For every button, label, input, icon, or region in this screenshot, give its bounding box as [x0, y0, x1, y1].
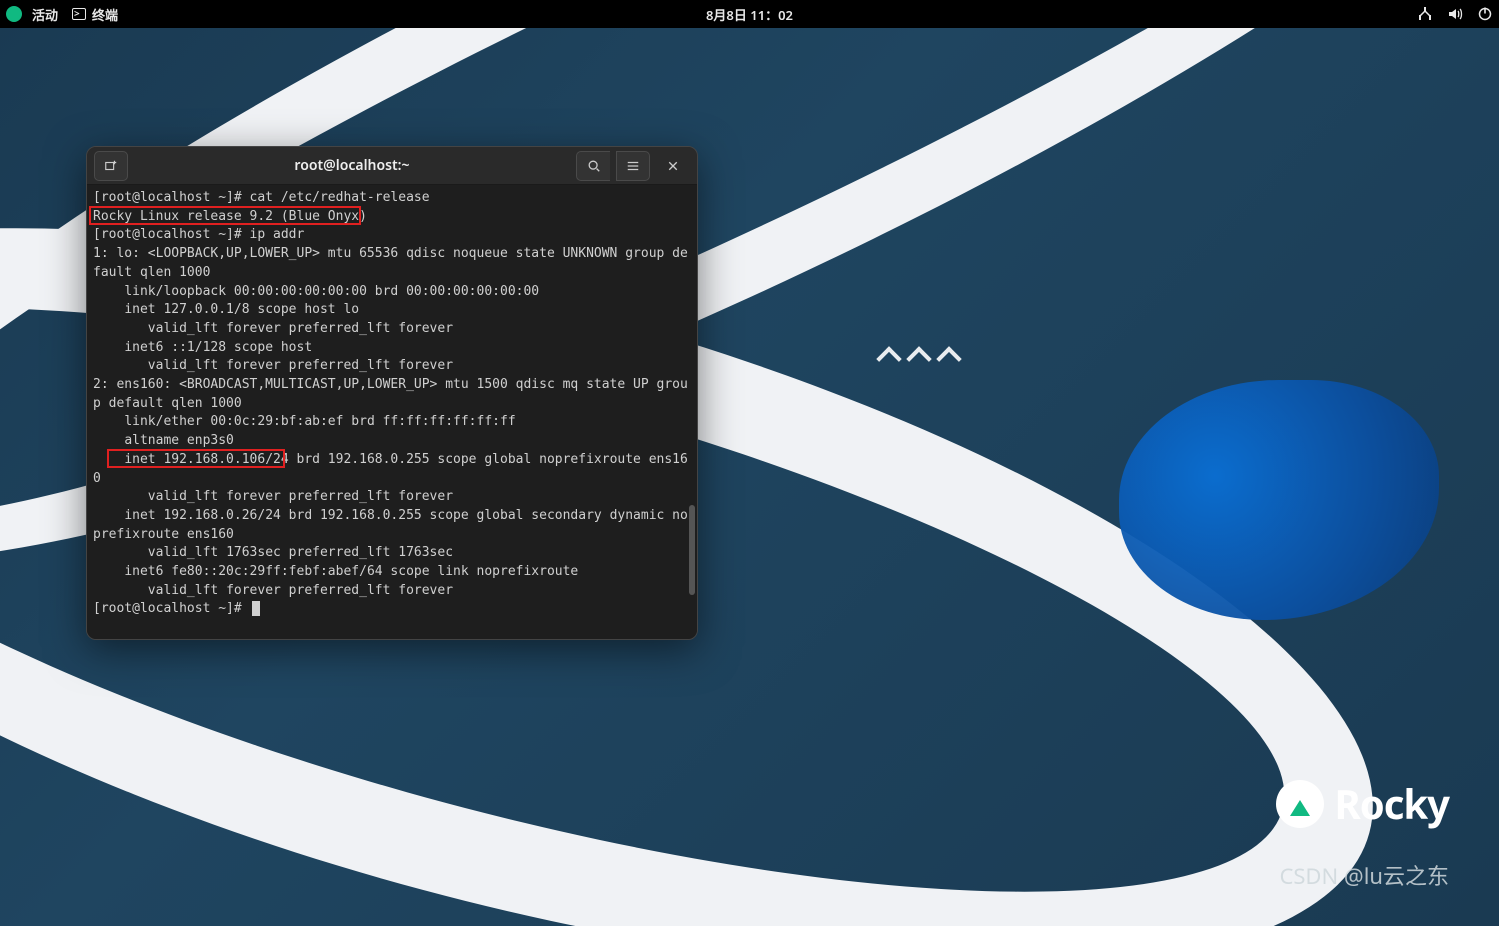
terminal-line: inet 127.0.0.1/8 scope host lo	[93, 301, 691, 320]
terminal-line: [root@localhost ~]# cat /etc/redhat-rele…	[93, 189, 691, 208]
system-status-area[interactable]	[1417, 6, 1493, 22]
new-tab-button[interactable]	[94, 151, 128, 181]
terminal-line: valid_lft forever preferred_lft forever	[93, 320, 691, 339]
close-button[interactable]	[656, 151, 690, 181]
terminal-line: inet6 fe80::20c:29ff:febf:abef/64 scope …	[93, 563, 691, 582]
power-icon[interactable]	[1477, 6, 1493, 22]
activities-button[interactable]: 活动	[6, 5, 58, 24]
clock[interactable]: 8月8日 11：02	[706, 5, 793, 24]
terminal-line: Rocky Linux release 9.2 (Blue Onyx)	[93, 208, 691, 227]
gnome-topbar[interactable]: 活动 终端 8月8日 11：02	[0, 0, 1499, 28]
terminal-line: link/loopback 00:00:00:00:00:00 brd 00:0…	[93, 283, 691, 302]
terminal-line: valid_lft forever preferred_lft forever	[93, 582, 691, 601]
terminal-line: inet6 ::1/128 scope host	[93, 339, 691, 358]
scrollbar-thumb[interactable]	[689, 505, 695, 595]
close-icon	[667, 160, 679, 172]
terminal-line: 1: lo: <LOOPBACK,UP,LOWER_UP> mtu 65536 …	[93, 245, 691, 282]
terminal-cursor	[252, 601, 260, 616]
search-icon	[587, 159, 601, 173]
rocky-logo-text: Rocky	[1334, 776, 1449, 831]
terminal-line: valid_lft 1763sec preferred_lft 1763sec	[93, 544, 691, 563]
terminal-icon	[72, 8, 86, 20]
terminal-line: inet 192.168.0.26/24 brd 192.168.0.255 s…	[93, 507, 691, 544]
activities-icon	[6, 6, 22, 22]
terminal-line: inet 192.168.0.106/24 brd 192.168.0.255 …	[93, 451, 691, 488]
rocky-logo: Rocky	[1276, 776, 1449, 831]
app-menu-label: 终端	[92, 5, 118, 24]
terminal-title: root@localhost:~	[131, 156, 573, 175]
menu-button[interactable]	[616, 151, 650, 181]
datetime-label: 8月8日 11：02	[706, 6, 793, 24]
terminal-line: altname enp3s0	[93, 432, 691, 451]
terminal-body[interactable]: [root@localhost ~]# cat /etc/redhat-rele…	[87, 185, 697, 639]
terminal-titlebar[interactable]: root@localhost:~	[87, 147, 697, 185]
app-menu-terminal[interactable]: 终端	[72, 5, 118, 24]
wallpaper-chevrons	[880, 350, 958, 368]
terminal-line: [root@localhost ~]#	[93, 600, 691, 619]
new-tab-icon	[104, 159, 118, 173]
network-icon[interactable]	[1417, 6, 1433, 22]
wallpaper-accent	[1119, 380, 1439, 620]
volume-icon[interactable]	[1447, 6, 1463, 22]
activities-label: 活动	[32, 5, 58, 24]
watermark: CSDN @lu云之东	[1279, 859, 1449, 891]
terminal-line: link/ether 00:0c:29:bf:ab:ef brd ff:ff:f…	[93, 413, 691, 432]
search-button[interactable]	[576, 151, 610, 181]
terminal-window[interactable]: root@localhost:~ [root@localhost ~]# cat…	[86, 146, 698, 640]
terminal-line: [root@localhost ~]# ip addr	[93, 226, 691, 245]
terminal-line: valid_lft forever preferred_lft forever	[93, 488, 691, 507]
terminal-line: 2: ens160: <BROADCAST,MULTICAST,UP,LOWER…	[93, 376, 691, 413]
rocky-logo-icon	[1276, 780, 1324, 828]
terminal-line: valid_lft forever preferred_lft forever	[93, 357, 691, 376]
hamburger-icon	[626, 159, 640, 173]
